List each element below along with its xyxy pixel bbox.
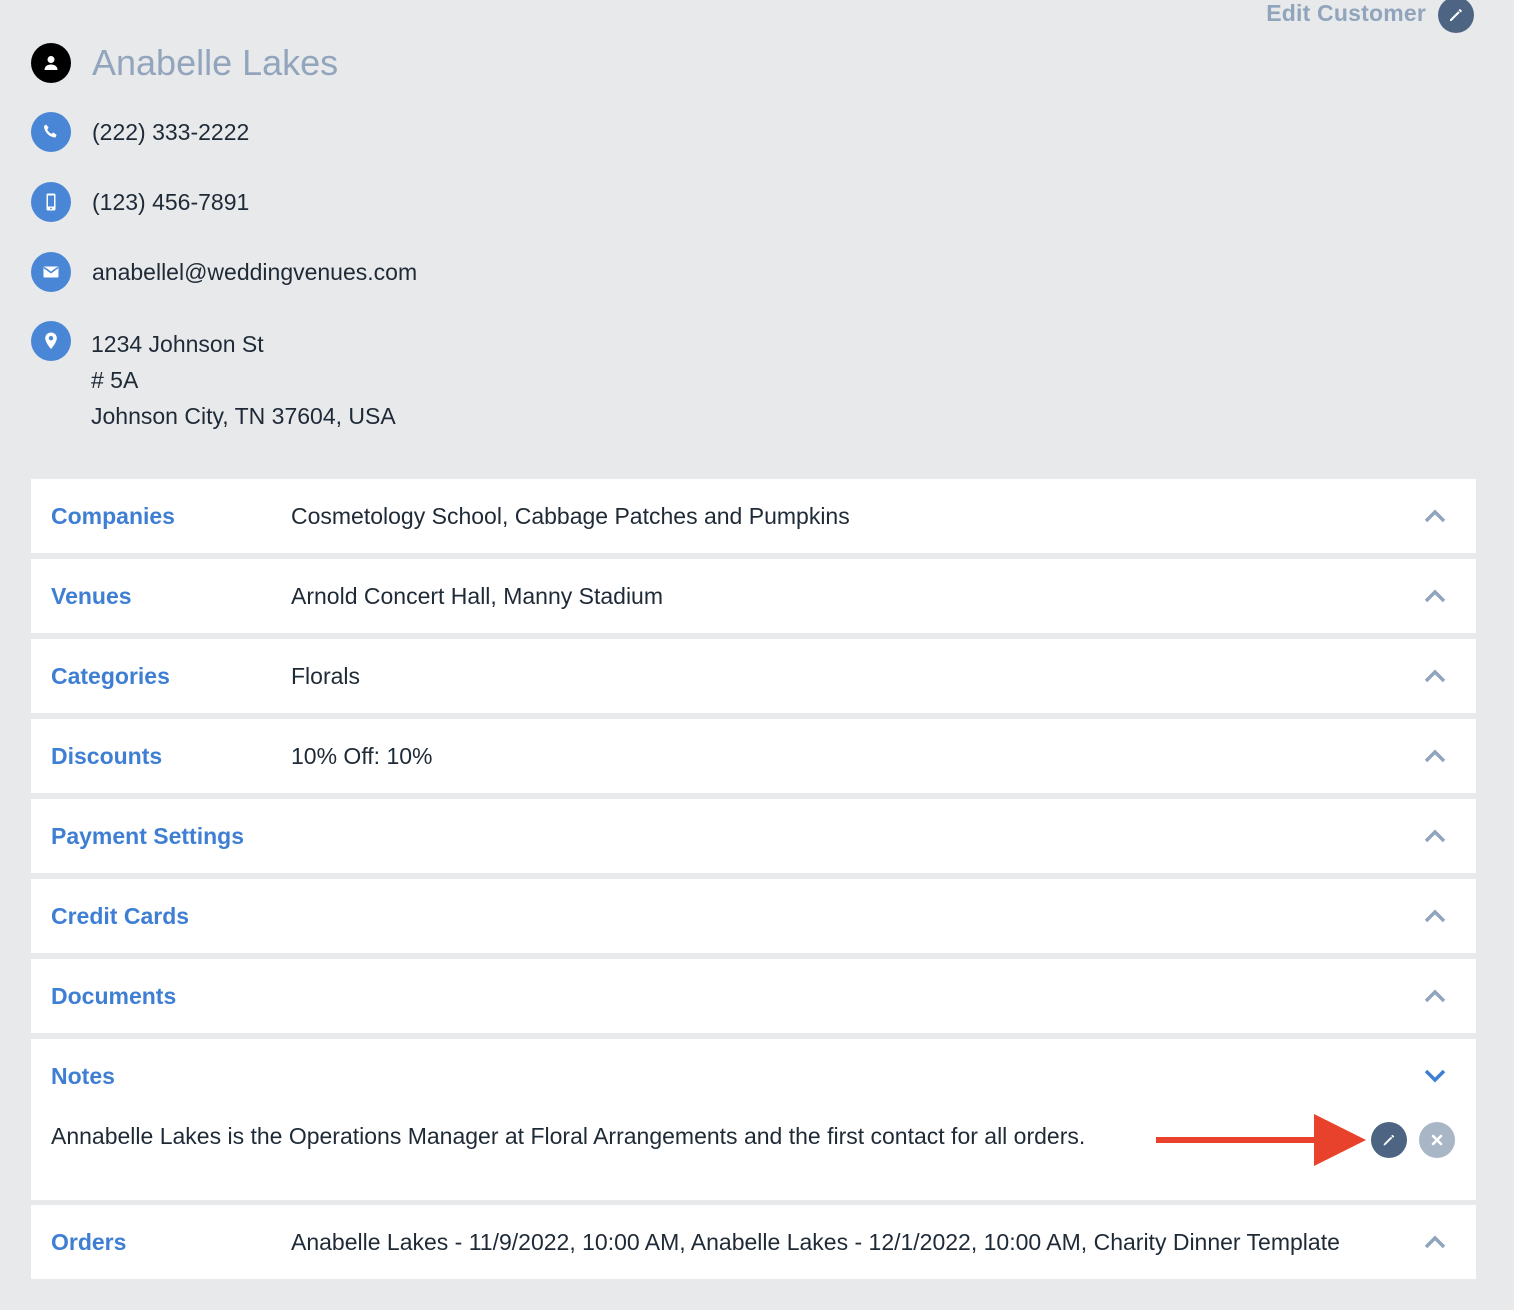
section-venues[interactable]: Venues Arnold Concert Hall, Manny Stadiu… [31,559,1476,633]
chevron-up-icon[interactable] [1422,823,1448,849]
section-credit-cards[interactable]: Credit Cards [31,879,1476,953]
phone-row: (222) 333-2222 [31,112,249,152]
close-icon [1431,1134,1443,1146]
email-icon [31,252,71,292]
edit-note-button[interactable] [1371,1122,1407,1158]
section-title: Notes [51,1063,115,1089]
section-orders[interactable]: Orders Anabelle Lakes - 11/9/2022, 10:00… [31,1205,1476,1279]
location-icon [31,321,71,361]
section-payment-settings[interactable]: Payment Settings [31,799,1476,873]
chevron-up-icon[interactable] [1422,743,1448,769]
section-title: Orders [51,1229,127,1255]
note-text: Annabelle Lakes is the Operations Manage… [51,1123,1086,1149]
section-discounts[interactable]: Discounts 10% Off: 10% [31,719,1476,793]
chevron-down-icon[interactable] [1422,1063,1448,1089]
section-title: Categories [51,663,170,689]
section-value: Florals [291,663,361,689]
section-title: Documents [51,983,177,1009]
section-value: Cosmetology School, Cabbage Patches and … [291,503,850,529]
address-line-1: 1234 Johnson St [91,331,264,357]
edit-customer-label: Edit Customer [1266,0,1426,26]
section-value: Arnold Concert Hall, Manny Stadium [291,583,663,609]
mobile-number: (123) 456-7891 [92,188,250,215]
section-title: Companies [51,503,175,529]
phone-icon [31,112,71,152]
section-value: 10% Off: 10% [291,743,433,769]
chevron-up-icon[interactable] [1422,503,1448,529]
address-block: 1234 Johnson St # 5A Johnson City, TN 37… [91,326,396,434]
pencil-icon [1383,1134,1395,1146]
address-line-2: # 5A [91,367,139,393]
chevron-up-icon[interactable] [1422,1229,1448,1255]
annotation-arrow [1156,1114,1366,1166]
section-title: Credit Cards [51,903,190,929]
address-line-3: Johnson City, TN 37604, USA [91,403,396,429]
address-row [31,321,71,361]
customer-name: Anabelle Lakes [92,42,339,83]
section-title: Discounts [51,743,163,769]
mobile-icon [31,182,71,222]
section-title: Venues [51,583,132,609]
chevron-up-icon[interactable] [1422,903,1448,929]
section-companies[interactable]: Companies Cosmetology School, Cabbage Pa… [31,479,1476,553]
section-documents[interactable]: Documents [31,959,1476,1033]
edit-customer-button[interactable]: Edit Customer [1266,0,1474,34]
chevron-up-icon[interactable] [1422,983,1448,1009]
section-value: Anabelle Lakes - 11/9/2022, 10:00 AM, An… [291,1229,1340,1255]
pencil-icon [1438,0,1474,33]
mobile-row: (123) 456-7891 [31,182,249,222]
delete-note-button[interactable] [1419,1122,1455,1158]
person-icon [31,43,71,83]
email-row: anabellel@weddingvenues.com [31,252,417,292]
chevron-up-icon[interactable] [1422,663,1448,689]
section-categories[interactable]: Categories Florals [31,639,1476,713]
chevron-up-icon[interactable] [1422,583,1448,609]
phone-number: (222) 333-2222 [92,118,250,145]
email-address: anabellel@weddingvenues.com [92,258,418,285]
customer-name-row: Anabelle Lakes [31,42,338,84]
section-title: Payment Settings [51,823,244,849]
